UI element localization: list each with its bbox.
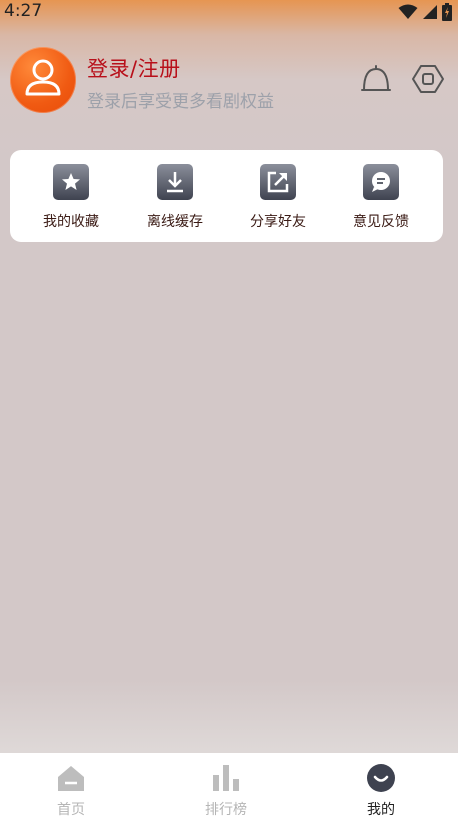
status-time: 4:27 — [4, 1, 43, 21]
download-icon — [157, 164, 193, 200]
star-icon — [53, 164, 89, 200]
mine-icon — [366, 763, 396, 793]
profile-header: 登录/注册 登录后享受更多看剧权益 — [10, 47, 448, 115]
wifi-icon — [398, 4, 418, 19]
tab-ranking-label: 排行榜 — [205, 802, 247, 818]
feedback-button[interactable]: 意见反馈 — [330, 164, 432, 234]
favorites-button[interactable]: 我的收藏 — [20, 164, 122, 234]
tab-home-label: 首页 — [57, 802, 85, 818]
bell-icon[interactable] — [358, 61, 394, 97]
settings-icon[interactable] — [410, 61, 446, 97]
share-icon — [260, 164, 296, 200]
tab-mine[interactable]: 我的 — [336, 763, 426, 819]
share-friends-label: 分享好友 — [250, 214, 306, 230]
status-icons — [398, 3, 452, 21]
offline-cache-button[interactable]: 离线缓存 — [124, 164, 226, 234]
battery-icon — [442, 3, 452, 21]
user-icon — [25, 59, 61, 96]
login-register-link[interactable]: 登录/注册 — [87, 53, 181, 83]
ranking-icon — [211, 763, 241, 793]
feedback-label: 意见反馈 — [353, 214, 409, 230]
favorites-label: 我的收藏 — [43, 214, 99, 230]
quick-actions-card: 我的收藏 离线缓存 分享好友 意见反馈 — [10, 150, 443, 242]
signal-icon — [423, 5, 437, 19]
tab-home[interactable]: 首页 — [26, 763, 116, 819]
avatar[interactable] — [10, 47, 76, 113]
login-subtitle: 登录后享受更多看剧权益 — [87, 92, 274, 112]
tab-ranking[interactable]: 排行榜 — [181, 763, 271, 819]
status-bar: 4:27 — [0, 0, 458, 24]
offline-cache-label: 离线缓存 — [147, 214, 203, 230]
feedback-icon — [363, 164, 399, 200]
tab-mine-label: 我的 — [367, 802, 395, 818]
bottom-tab-bar: 首页 排行榜 我的 — [0, 753, 458, 820]
home-icon — [56, 763, 86, 793]
share-friends-button[interactable]: 分享好友 — [227, 164, 329, 234]
